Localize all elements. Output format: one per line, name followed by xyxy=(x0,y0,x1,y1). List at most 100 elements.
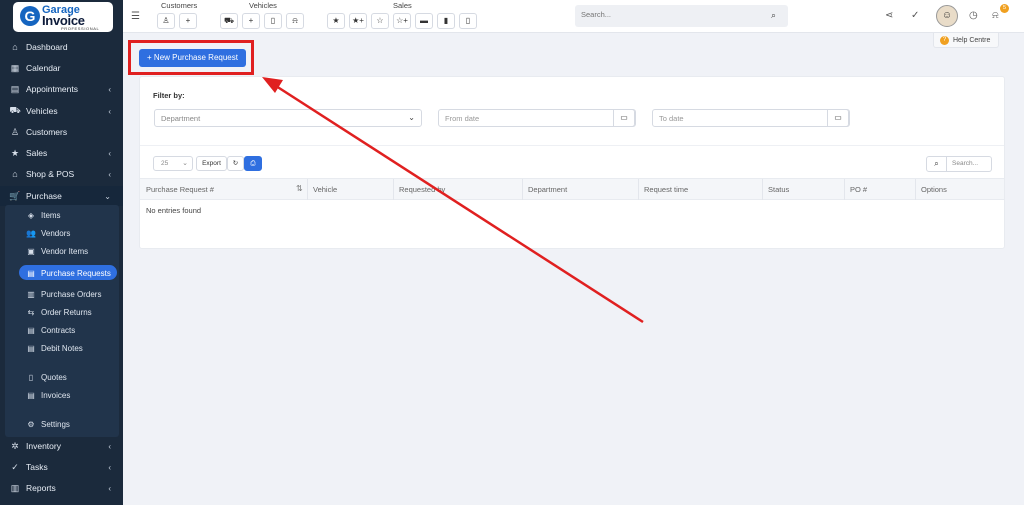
vendors-icon: 👥 xyxy=(26,228,36,238)
column-separator xyxy=(393,179,394,200)
star-outline-icon: ☆ xyxy=(376,16,384,25)
page-size-value: 25 xyxy=(161,160,169,167)
chevron-down-icon: ⌄ xyxy=(408,113,415,122)
sidebar-item-calendar[interactable]: ▦ Calendar xyxy=(0,58,123,78)
sidebar-item-label: Calendar xyxy=(26,63,61,73)
sales-document-button[interactable]: ▮ xyxy=(437,13,455,29)
global-search: ⌕ xyxy=(575,5,788,27)
submenu-item-purchase-requests[interactable]: ▤ Purchase Requests xyxy=(0,265,123,281)
export-button[interactable]: Export xyxy=(196,156,227,171)
sidebar-item-dashboard[interactable]: ⌂ Dashboard xyxy=(0,37,123,57)
column-header[interactable]: Vehicle xyxy=(313,185,337,194)
star-icon: ★ xyxy=(10,147,20,158)
calendar-icon[interactable]: ▭ xyxy=(827,109,849,127)
sidebar: G Garage Invoice PROFESSIONAL ⌂ Dashboar… xyxy=(0,0,123,505)
sidebar-item-label: Customers xyxy=(26,127,68,137)
sidebar-item-tasks[interactable]: ✓ Tasks ‹ xyxy=(0,457,123,477)
sidebar-item-shop-pos[interactable]: ⌂ Shop & POS ‹ xyxy=(0,164,123,184)
avatar[interactable]: ☺ xyxy=(936,5,958,27)
calendar-icon[interactable]: ▭ xyxy=(613,109,635,127)
sidebar-item-sales[interactable]: ★ Sales ‹ xyxy=(0,143,123,163)
chevron-left-icon: ‹ xyxy=(108,148,111,158)
submenu-item-items[interactable]: ◈ Items xyxy=(0,207,123,223)
vehicle-alert-button[interactable]: ⍾ xyxy=(286,13,304,29)
chevron-left-icon: ‹ xyxy=(108,441,111,451)
column-header[interactable]: Requested by xyxy=(399,185,445,194)
star-icon: ★ xyxy=(332,16,340,25)
car-icon: ⛟ xyxy=(9,105,21,115)
vehicle-list-button[interactable]: ⛟ xyxy=(220,13,238,29)
invoices-icon: ▤ xyxy=(27,390,35,400)
sidebar-item-label: Dashboard xyxy=(26,42,68,52)
sidebar-item-reports[interactable]: ▥ Reports ‹ xyxy=(0,478,123,498)
bell-icon[interactable]: ⍾ xyxy=(992,10,999,21)
items-icon: ◈ xyxy=(27,210,35,220)
column-header[interactable]: Status xyxy=(768,185,789,194)
column-separator xyxy=(522,179,523,200)
purchase-orders-icon: ▥ xyxy=(27,289,35,299)
page-size-select[interactable]: 25 ⌄ xyxy=(153,156,193,171)
sales-card-button[interactable]: ▬ xyxy=(415,13,433,29)
from-date-value: From date xyxy=(445,114,480,123)
chevron-left-icon: ‹ xyxy=(108,483,111,493)
submenu-item-debit-notes[interactable]: ▤ Debit Notes xyxy=(0,340,123,356)
search-icon[interactable]: ⌕ xyxy=(771,10,776,21)
logo-mark: G xyxy=(20,6,40,26)
submenu-item-settings[interactable]: ⚙ Settings xyxy=(0,416,123,432)
from-date-field[interactable]: From date ▭ xyxy=(438,109,636,127)
check-icon[interactable]: ✓ xyxy=(911,10,919,21)
add-vehicle-button[interactable]: + xyxy=(242,13,260,29)
submenu-item-vendors[interactable]: 👥 Vendors xyxy=(0,225,123,241)
add-customer-button[interactable]: + xyxy=(179,13,197,29)
search-icon[interactable]: ⌕ xyxy=(926,156,947,172)
reload-button[interactable]: ↻ xyxy=(227,156,244,171)
sidebar-item-label: Shop & POS xyxy=(26,169,75,179)
submenu-item-purchase-orders[interactable]: ▥ Purchase Orders xyxy=(0,286,123,302)
column-separator xyxy=(844,179,845,200)
clipboard-icon: ▯ xyxy=(270,16,276,25)
share-icon[interactable]: ⋖ xyxy=(885,10,893,21)
sidebar-item-appointments[interactable]: ▤ Appointments ‹ xyxy=(0,79,123,99)
sidebar-item-inventory[interactable]: ✲ Inventory ‹ xyxy=(0,436,123,456)
submenu-item-order-returns[interactable]: ⇆ Order Returns xyxy=(0,304,123,320)
to-date-field[interactable]: To date ▭ xyxy=(652,109,850,127)
tasks-icon: ✓ xyxy=(11,461,19,472)
inventory-icon: ✲ xyxy=(11,440,19,451)
sidebar-item-label: Reports xyxy=(26,483,56,493)
global-search-input[interactable] xyxy=(581,10,751,19)
sidebar-item-customers[interactable]: ♙ Customers xyxy=(0,122,123,142)
vehicle-clipboard-button[interactable]: ▯ xyxy=(264,13,282,29)
new-purchase-request-button[interactable]: + New Purchase Request xyxy=(139,49,246,67)
sales-file-button[interactable]: ▯ xyxy=(459,13,477,29)
clock-icon[interactable]: ◷ xyxy=(969,10,978,21)
app-logo[interactable]: G Garage Invoice PROFESSIONAL xyxy=(13,2,113,32)
customer-list-button[interactable]: ♙ xyxy=(157,13,175,29)
column-header[interactable]: Purchase Request # xyxy=(146,185,214,194)
sidebar-item-label: Vehicles xyxy=(26,106,58,116)
column-header[interactable]: Department xyxy=(528,185,567,194)
submenu-item-quotes[interactable]: ▯ Quotes xyxy=(0,369,123,385)
column-header[interactable]: Request time xyxy=(644,185,688,194)
notification-badge: 5 xyxy=(1000,4,1009,13)
print-button[interactable]: ⎙ xyxy=(244,156,262,171)
submenu-item-invoices[interactable]: ▤ Invoices xyxy=(0,387,123,403)
sales-star-outline-button[interactable]: ☆ xyxy=(371,13,389,29)
submenu-item-contracts[interactable]: ▤ Contracts xyxy=(0,322,123,338)
table-search-input[interactable]: Search... xyxy=(947,156,992,172)
column-header[interactable]: PO # xyxy=(850,185,867,194)
sales-star-button[interactable]: ★ xyxy=(327,13,345,29)
to-date-value: To date xyxy=(659,114,684,123)
submenu-item-vendor-items[interactable]: ▣ Vendor Items xyxy=(0,243,123,259)
sort-icon[interactable]: ⇅ xyxy=(296,184,303,193)
department-select[interactable]: Department ⌄ xyxy=(154,109,422,127)
sales-star-plus-button[interactable]: ★+ xyxy=(349,13,367,29)
sales-star-outline-plus-button[interactable]: ☆+ xyxy=(393,13,411,29)
document-icon: ▮ xyxy=(443,16,449,25)
help-centre-button[interactable]: ? Help Centre xyxy=(933,33,999,48)
submenu-item-label: Quotes xyxy=(41,372,67,382)
menu-toggle-icon[interactable]: ☰ xyxy=(131,11,140,22)
top-bar: ☰ Customers ♙ + Vehicles ⛟ + ▯ ⍾ Sales ★… xyxy=(123,0,1024,33)
submenu-item-label: Purchase Orders xyxy=(41,289,102,299)
sidebar-item-vehicles[interactable]: ⛟ Vehicles ‹ xyxy=(0,101,123,121)
sidebar-item-purchase[interactable]: 🛒 Purchase ⌄ xyxy=(0,186,123,206)
